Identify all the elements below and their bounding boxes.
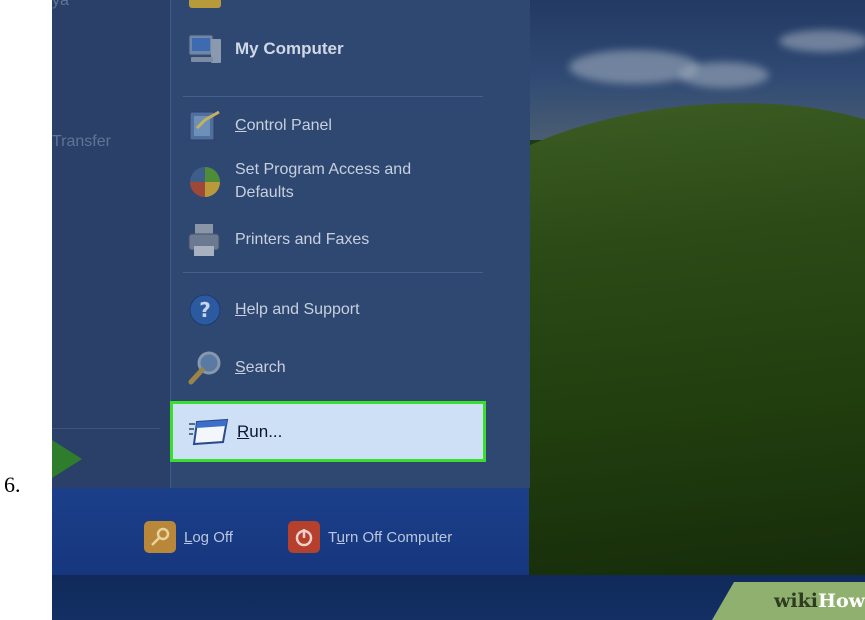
left-pane-separator (52, 428, 160, 429)
set-program-access-label: Set Program Access and Defaults (235, 161, 412, 201)
desktop-wallpaper (423, 0, 865, 620)
help-support-label: Help and Support (235, 301, 360, 318)
turn-off-computer-label: Turn Off Computer (328, 528, 453, 546)
log-off-button[interactable]: Log Off (144, 521, 233, 553)
control-panel-label: Control Panel (235, 117, 332, 134)
run-label: Run... (237, 421, 283, 441)
search-icon (188, 351, 221, 385)
left-pane-item-files-transfer[interactable]: Transfer (52, 133, 111, 151)
svg-text:?: ? (199, 298, 211, 322)
key-icon (144, 521, 176, 553)
run-item[interactable]: Run... (170, 401, 486, 462)
tutorial-frame: 6. ya Transfer My Computer Control Panel… (0, 0, 865, 620)
all-programs-arrow-icon[interactable] (52, 440, 82, 478)
set-program-access-item[interactable]: Set Program Access and Defaults (171, 158, 411, 204)
folder-icon (189, 0, 221, 8)
search-item[interactable]: Search (171, 348, 286, 388)
my-computer-label: My Computer (235, 39, 344, 58)
turn-off-computer-button[interactable]: Turn Off Computer (288, 521, 452, 553)
menu-separator (183, 96, 483, 97)
power-icon (288, 521, 320, 553)
help-support-item[interactable]: ? Help and Support (171, 290, 360, 330)
wikihow-watermark: wiki How (712, 582, 865, 620)
menu-separator (183, 272, 483, 273)
program-access-icon (190, 167, 220, 197)
start-menu-left-pane: ya Transfer (52, 0, 170, 488)
computer-icon (188, 34, 221, 63)
left-pane-item-partial[interactable]: ya (52, 0, 69, 10)
help-icon: ? (189, 294, 221, 326)
start-menu: ya Transfer My Computer Control Panel Se… (52, 0, 530, 575)
step-number: 6. (4, 472, 21, 497)
control-panel-icon (189, 110, 220, 141)
printers-faxes-item[interactable]: Printers and Faxes (171, 220, 369, 260)
printers-faxes-label: Printers and Faxes (235, 231, 370, 248)
my-computer-item[interactable]: My Computer (171, 29, 344, 69)
search-label: Search (235, 359, 286, 376)
printer-icon (188, 224, 220, 256)
run-icon (189, 418, 229, 445)
control-panel-item[interactable]: Control Panel (171, 106, 332, 146)
windows-xp-screen: ya Transfer My Computer Control Panel Se… (52, 0, 865, 620)
log-off-label: Log Off (184, 528, 233, 546)
